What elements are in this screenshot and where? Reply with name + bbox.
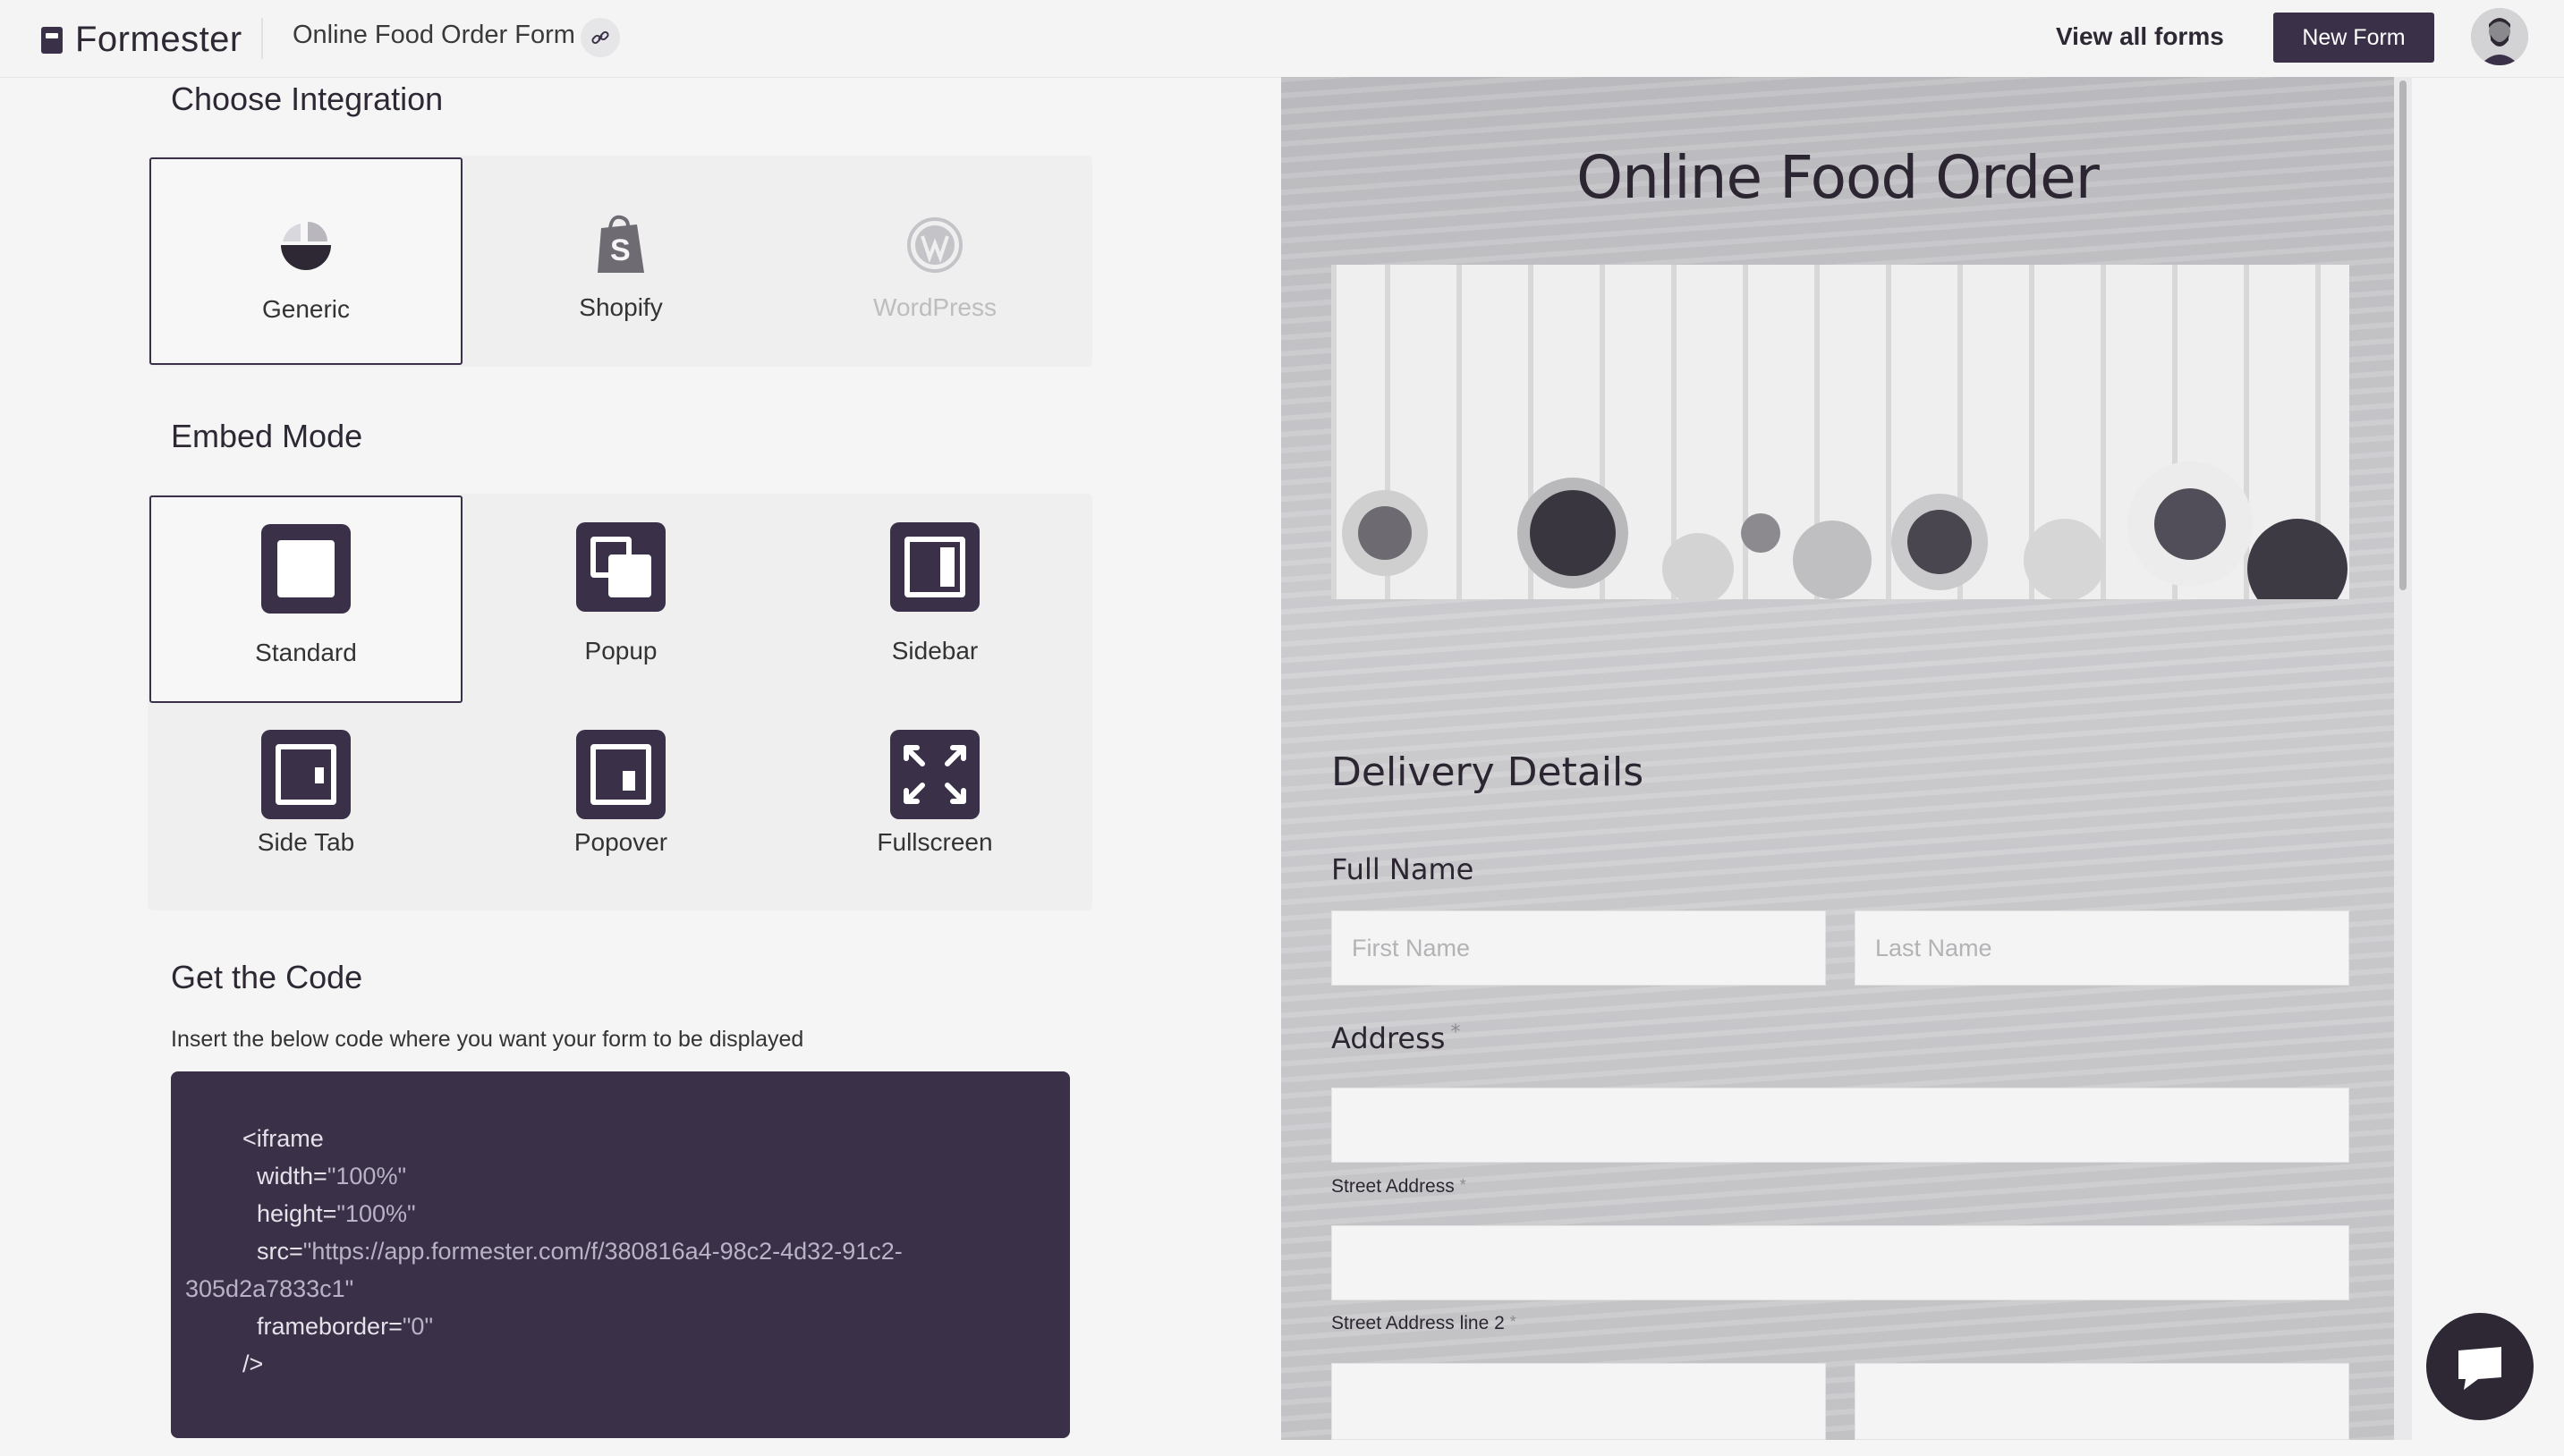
embed-mode-label: Popup	[584, 637, 658, 665]
embed-mode-popover[interactable]: Popover	[464, 703, 777, 910]
embed-mode-label: Sidebar	[891, 637, 979, 665]
avatar-image	[2471, 8, 2528, 65]
chat-support-button[interactable]	[2426, 1313, 2534, 1420]
sidebar-mode-icon	[890, 522, 980, 612]
embed-mode-fullscreen[interactable]: Fullscreen	[778, 703, 1091, 910]
user-avatar[interactable]	[2471, 8, 2528, 65]
preview-form-title: Online Food Order	[1576, 143, 2100, 212]
code-line: src="https://app.formester.com/f/380816a…	[257, 1238, 903, 1265]
integration-shopify[interactable]: S Shopify	[464, 157, 777, 365]
code-line: 305d2a7833c1"	[185, 1275, 354, 1302]
view-all-forms-link[interactable]: View all forms	[2056, 22, 2224, 51]
standard-mode-icon	[261, 524, 351, 614]
street-address-caption: Street Address *	[1331, 1176, 1466, 1197]
code-line: height="100%"	[257, 1200, 416, 1227]
embed-mode-side-tab[interactable]: Side Tab	[149, 703, 463, 910]
code-line: />	[242, 1350, 264, 1377]
popover-mode-icon	[576, 730, 666, 819]
embed-code-block[interactable]: <iframe width="100%" height="100%" src="…	[171, 1071, 1070, 1438]
integration-wordpress[interactable]: WordPress	[778, 157, 1091, 365]
integration-label: Generic	[261, 295, 351, 323]
embed-mode-label: Fullscreen	[877, 828, 993, 856]
state-input[interactable]	[1855, 1363, 2349, 1440]
link-icon	[591, 30, 609, 45]
integration-label: WordPress	[873, 293, 997, 321]
integration-generic[interactable]: Generic	[149, 157, 463, 365]
formester-logo-icon	[41, 26, 63, 54]
first-name-input[interactable]: First Name	[1331, 910, 1826, 986]
brand-logo[interactable]: Formester	[41, 20, 242, 60]
header-divider	[261, 18, 263, 59]
generic-icon	[281, 222, 331, 270]
code-line: width="100%"	[257, 1163, 407, 1189]
shopify-icon: S	[598, 215, 644, 273]
brand-name: Formester	[75, 20, 242, 59]
embed-mode-label: Standard	[255, 639, 357, 666]
embed-mode-sidebar[interactable]: Sidebar	[778, 495, 1091, 703]
food-banner-image	[1331, 265, 2349, 599]
copy-link-button[interactable]	[581, 18, 620, 57]
popup-mode-icon	[576, 522, 666, 612]
embed-mode-label: Popover	[573, 828, 668, 856]
wordpress-icon	[907, 217, 963, 273]
integration-label: Shopify	[579, 293, 663, 321]
chat-bubble-icon	[2458, 1347, 2501, 1390]
required-asterisk: *	[1509, 1313, 1516, 1331]
svg-text:S: S	[610, 233, 631, 267]
side-tab-mode-icon	[261, 730, 351, 819]
code-line: <iframe	[242, 1125, 324, 1152]
delivery-details-heading: Delivery Details	[1331, 749, 1644, 795]
street-address-input[interactable]	[1331, 1088, 2349, 1163]
fullscreen-mode-icon	[890, 730, 980, 819]
code-line: frameborder="0"	[257, 1313, 434, 1340]
preview-scrollbar-thumb[interactable]	[2399, 80, 2407, 590]
required-asterisk: *	[1450, 1021, 1461, 1044]
new-form-button[interactable]: New Form	[2273, 13, 2434, 63]
embed-mode-standard[interactable]: Standard	[149, 495, 463, 703]
choose-integration-heading: Choose Integration	[171, 80, 444, 117]
street-address-line2-caption: Street Address line 2 *	[1331, 1313, 1516, 1333]
embed-mode-popup[interactable]: Popup	[464, 495, 777, 703]
form-title[interactable]: Online Food Order Form	[293, 21, 575, 50]
street-address-line2-input[interactable]	[1331, 1225, 2349, 1300]
city-input[interactable]	[1331, 1363, 1826, 1440]
full-name-label: Full Name	[1331, 852, 1474, 886]
get-code-heading: Get the Code	[171, 959, 363, 995]
embed-mode-label: Side Tab	[257, 828, 355, 856]
embed-mode-heading: Embed Mode	[171, 418, 363, 454]
top-bar: Formester Online Food Order Form View al…	[0, 0, 2564, 78]
code-description: Insert the below code where you want you…	[171, 1027, 804, 1052]
required-asterisk: *	[1459, 1176, 1466, 1194]
address-label: Address *	[1331, 1021, 1461, 1055]
last-name-input[interactable]: Last Name	[1855, 910, 2349, 986]
